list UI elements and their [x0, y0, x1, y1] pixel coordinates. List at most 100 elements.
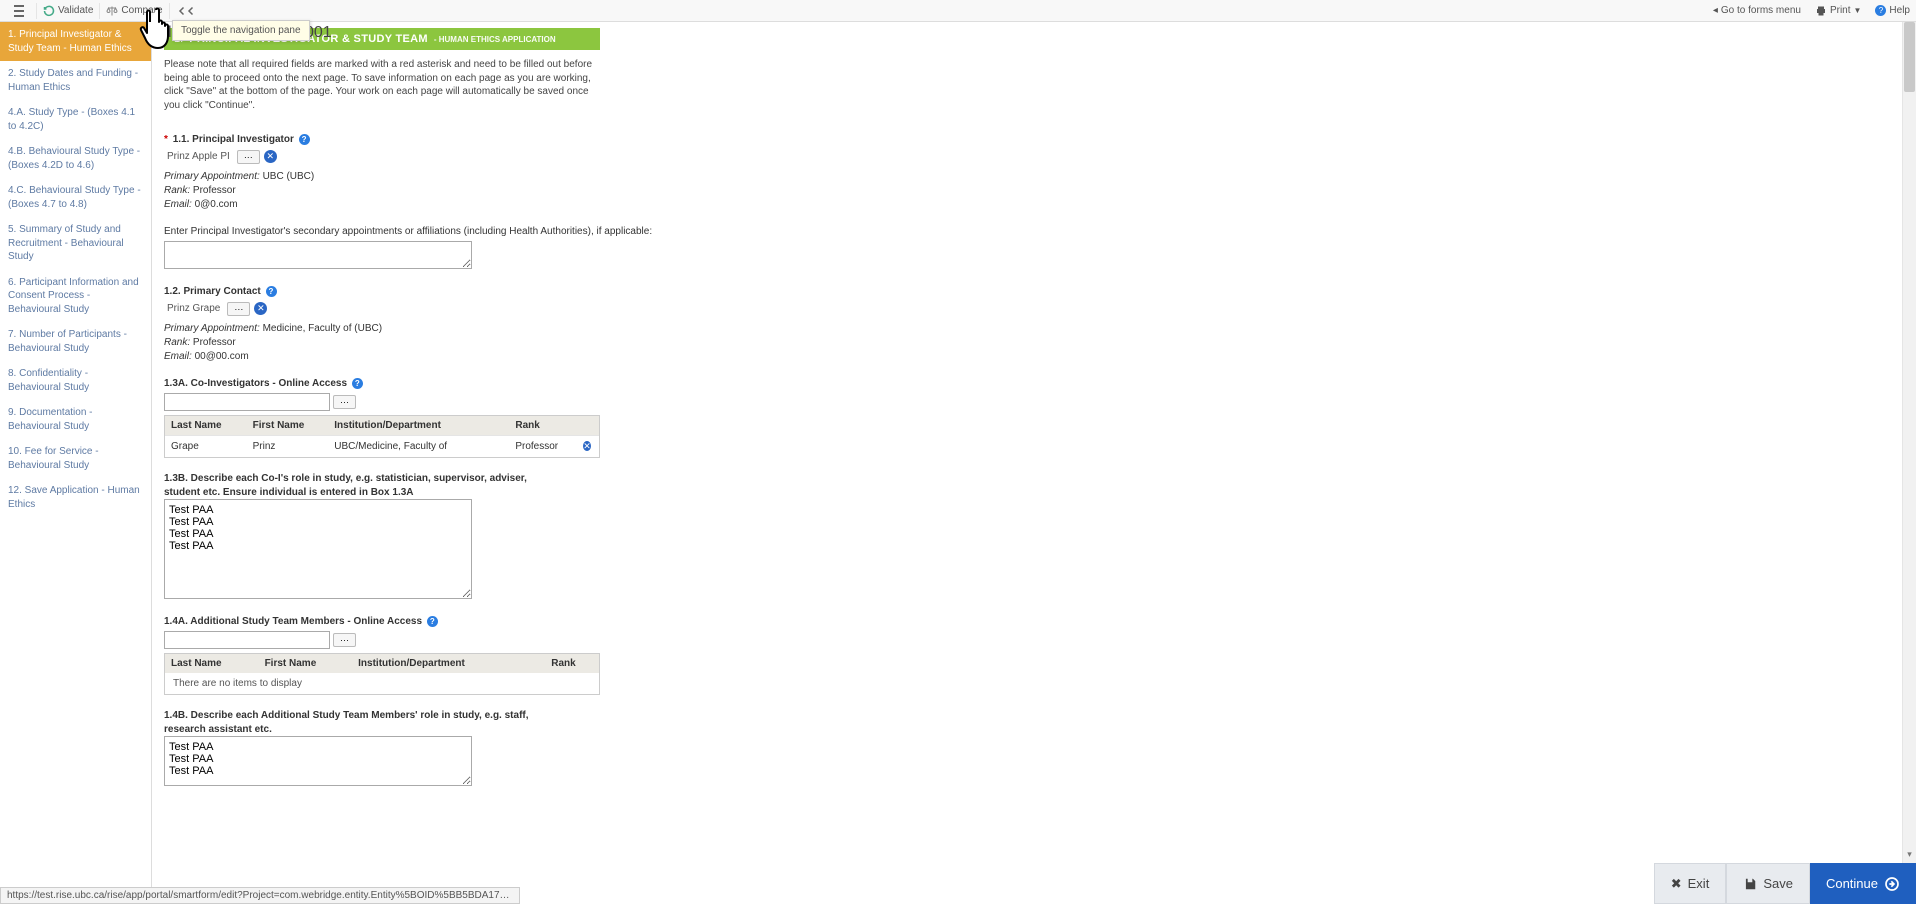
field-1-3b-label: 1.3B. Describe each Co-I's role in study…: [164, 472, 564, 499]
pi-appt-label: Primary Appointment:: [164, 171, 260, 182]
print-button[interactable]: Print ▼: [1815, 5, 1861, 17]
contact-rank-value: Professor: [193, 337, 236, 348]
nav-item-5[interactable]: 5. Summary of Study and Recruitment - Be…: [0, 217, 151, 270]
nav-item-6[interactable]: 6. Participant Information and Consent P…: [0, 270, 151, 323]
field-1-1: * 1.1. Principal Investigator ? Prinz Ap…: [164, 134, 1916, 272]
section-subtitle: - HUMAN ETHICS APPLICATION: [434, 35, 556, 44]
field-1-3a: 1.3A. Co-Investigators - Online Access ?…: [164, 378, 1916, 458]
caret-left-icon: ◂: [1713, 5, 1718, 16]
scrollbar-thumb[interactable]: [1904, 22, 1915, 92]
col-rank: Rank: [545, 654, 599, 673]
arrow-right-circle-icon: [1884, 876, 1900, 892]
vertical-scrollbar[interactable]: ▾: [1902, 22, 1916, 863]
field-1-4a: 1.4A. Additional Study Team Members - On…: [164, 616, 1916, 695]
required-asterisk: *: [164, 134, 168, 145]
nav-item-2[interactable]: 2. Study Dates and Funding - Human Ethic…: [0, 61, 151, 100]
coi-roles-textarea[interactable]: [164, 499, 472, 599]
coi-lookup-button[interactable]: ···: [333, 395, 356, 409]
field-1-1-label: 1.1. Principal Investigator: [173, 134, 294, 145]
save-button[interactable]: Save: [1726, 863, 1810, 904]
hamburger-icon: [12, 5, 26, 17]
field-1-3a-label: 1.3A. Co-Investigators - Online Access: [164, 378, 347, 389]
go-to-forms-link[interactable]: ◂ Go to forms menu: [1713, 5, 1801, 16]
nav-toggle-button[interactable]: [170, 3, 203, 19]
scroll-down-arrow[interactable]: ▾: [1903, 849, 1916, 863]
contact-email-label: Email:: [164, 351, 192, 362]
team-grid: Last Name First Name Institution/Departm…: [164, 653, 600, 695]
contact-appt-value: Medicine, Faculty of (UBC): [263, 323, 382, 334]
help-button[interactable]: ? Help: [1875, 5, 1910, 16]
contact-name: Prinz Grape: [164, 301, 223, 316]
nav-item-8[interactable]: 8. Confidentiality - Behavioural Study: [0, 361, 151, 400]
nav-sidebar: 1. Principal Investigator & Study Team -…: [0, 22, 152, 904]
coi-last: Grape: [165, 437, 247, 456]
coi-row: Grape Prinz UBC/Medicine, Faculty of Pro…: [165, 435, 599, 457]
pi-rank-label: Rank:: [164, 185, 190, 196]
coi-inst: UBC/Medicine, Faculty of: [328, 437, 509, 456]
help-icon[interactable]: ?: [266, 286, 277, 297]
validate-button[interactable]: Validate: [37, 3, 100, 19]
instruction-note: Please note that all required fields are…: [164, 50, 600, 124]
nav-item-4b[interactable]: 4.B. Behavioural Study Type - (Boxes 4.2…: [0, 139, 151, 178]
pi-clear-button[interactable]: ✕: [264, 150, 277, 163]
col-first-name: First Name: [259, 654, 353, 673]
contact-clear-button[interactable]: ✕: [254, 302, 267, 315]
team-grid-empty: There are no items to display: [165, 673, 599, 694]
pi-email-label: Email:: [164, 199, 192, 210]
form-content: Editing: H00-00019-A001 1. PRINCIPAL INV…: [152, 22, 1916, 904]
field-1-2-label: 1.2. Primary Contact: [164, 286, 261, 297]
coi-first: Prinz: [247, 437, 329, 456]
nav-toggle-tooltip: Toggle the navigation pane: [172, 20, 310, 41]
nav-item-9[interactable]: 9. Documentation - Behavioural Study: [0, 400, 151, 439]
col-last-name: Last Name: [165, 416, 247, 435]
field-1-2: 1.2. Primary Contact ? Prinz Grape ··· ✕…: [164, 286, 1916, 364]
pi-appt-value: UBC (UBC): [263, 171, 315, 182]
compare-button[interactable]: Compare: [100, 3, 169, 19]
nav-item-12[interactable]: 12. Save Application - Human Ethics: [0, 478, 151, 517]
nav-item-10[interactable]: 10. Fee for Service - Behavioural Study: [0, 439, 151, 478]
contact-email-value: 00@00.com: [195, 351, 249, 362]
col-institution: Institution/Department: [328, 416, 509, 435]
pi-secondary-label: Enter Principal Investigator's secondary…: [164, 226, 1916, 237]
field-1-4b-label: 1.4B. Describe each Additional Study Tea…: [164, 709, 564, 736]
field-1-3b: 1.3B. Describe each Co-I's role in study…: [164, 472, 1916, 602]
help-icon[interactable]: ?: [299, 134, 310, 145]
team-roles-textarea[interactable]: [164, 736, 472, 786]
top-toolbar: Validate Compare ◂ Go to forms menu Prin…: [0, 0, 1916, 22]
pi-name: Prinz Apple PI: [164, 149, 233, 164]
nav-item-1[interactable]: 1. Principal Investigator & Study Team -…: [0, 22, 151, 61]
nav-item-7[interactable]: 7. Number of Participants - Behavioural …: [0, 322, 151, 361]
help-icon[interactable]: ?: [352, 378, 363, 389]
chevron-left-icon: [185, 5, 197, 17]
contact-rank-label: Rank:: [164, 337, 190, 348]
coi-lookup-input[interactable]: [164, 393, 330, 411]
col-first-name: First Name: [247, 416, 329, 435]
caret-down-icon: ▼: [1854, 6, 1862, 15]
pi-lookup-button[interactable]: ···: [237, 150, 260, 164]
field-1-4a-label: 1.4A. Additional Study Team Members - On…: [164, 616, 422, 627]
exit-button[interactable]: ✖ Exit: [1654, 863, 1727, 904]
help-icon[interactable]: ?: [427, 616, 438, 627]
refresh-icon: [43, 5, 55, 17]
print-icon: [1815, 5, 1827, 17]
team-lookup-input[interactable]: [164, 631, 330, 649]
pi-secondary-textarea[interactable]: [164, 241, 472, 269]
coi-grid: Last Name First Name Institution/Departm…: [164, 415, 600, 458]
coi-remove-button[interactable]: ✕: [583, 441, 591, 451]
team-lookup-button[interactable]: ···: [333, 633, 356, 647]
menu-toggle[interactable]: [6, 3, 37, 19]
col-last-name: Last Name: [165, 654, 259, 673]
continue-button[interactable]: Continue: [1810, 863, 1916, 904]
close-icon: ✖: [1671, 876, 1682, 892]
scales-icon: [106, 5, 118, 17]
pi-email-value: 0@0.com: [195, 199, 238, 210]
coi-rank: Professor: [509, 437, 575, 456]
col-rank: Rank: [509, 416, 575, 435]
contact-lookup-button[interactable]: ···: [227, 302, 250, 316]
save-icon: [1743, 877, 1757, 891]
nav-item-4c[interactable]: 4.C. Behavioural Study Type - (Boxes 4.7…: [0, 178, 151, 217]
nav-item-4a[interactable]: 4.A. Study Type - (Boxes 4.1 to 4.2C): [0, 100, 151, 139]
pi-rank-value: Professor: [193, 185, 236, 196]
col-institution: Institution/Department: [352, 654, 545, 673]
status-bar-url: https://test.rise.ubc.ca/rise/app/portal…: [0, 887, 520, 904]
